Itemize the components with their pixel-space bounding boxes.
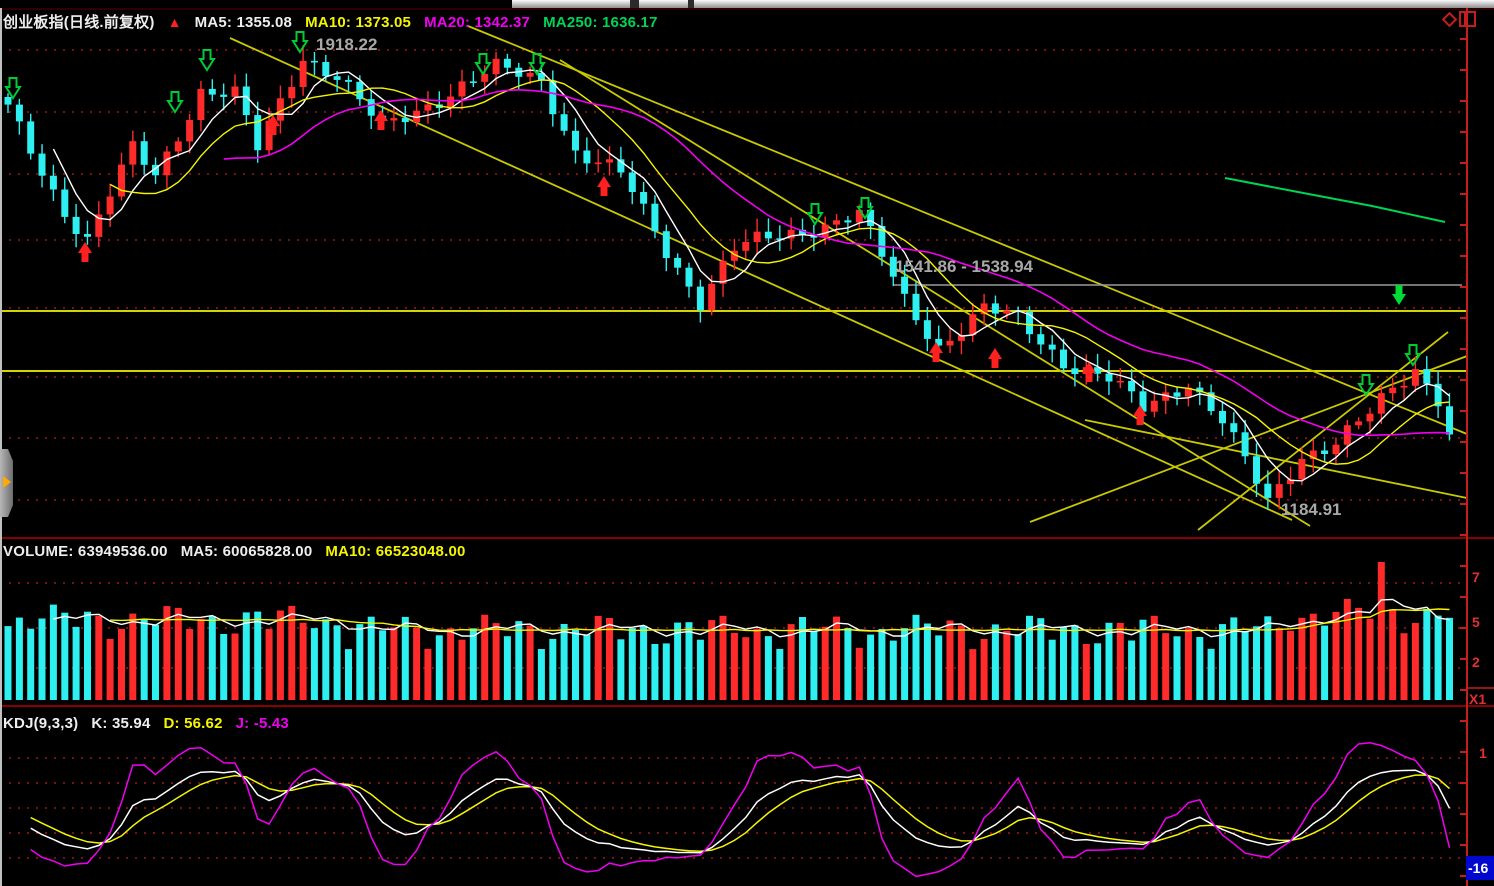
- volume-ma10-value: MA10: 66523048.00: [325, 543, 465, 560]
- titlebar-strip[interactable]: [512, 0, 1494, 8]
- kdj-k-value: K: 35.94: [91, 715, 150, 732]
- volume-header: VOLUME: 63949536.00 MA5: 60065828.00 MA10:…: [3, 543, 479, 560]
- kdj-header: KDJ(9,3,3) K: 35.94 D: 56.62 J: -5.43: [3, 715, 302, 732]
- volume-multiplier-label: X1: [1469, 691, 1486, 707]
- volume-axis-label: 5: [1472, 614, 1480, 630]
- peak-price-label: 1918.22: [316, 35, 377, 55]
- range-price-label: 1541.86 - 1538.94: [895, 257, 1033, 277]
- kdj-current-value-badge: -16: [1466, 856, 1494, 880]
- titlebar-divider: [630, 0, 639, 8]
- expand-arrow-icon: [3, 476, 11, 488]
- chart-canvas[interactable]: [0, 0, 1494, 886]
- window-pane-divider: [1464, 13, 1466, 25]
- up-arrow-icon: ▲: [168, 14, 182, 30]
- volume-value: VOLUME: 63949536.00: [3, 543, 168, 560]
- stock-chart-app: 创业板指(日线.前复权) ▲ MA5: 1355.08 MA10: 1373.05 MA…: [0, 0, 1494, 886]
- volume-ma5-value: MA5: 60065828.00: [181, 543, 313, 560]
- ma250-value: MA250: 1636.17: [543, 14, 658, 31]
- low-price-label: 1184.91: [1281, 500, 1342, 520]
- symbol-title: 创业板指(日线.前复权): [3, 14, 155, 31]
- ma10-value: MA10: 1373.05: [305, 14, 411, 31]
- left-window-edge: [0, 8, 2, 886]
- kdj-axis-label: 1: [1479, 745, 1487, 761]
- volume-axis-label: 2: [1472, 654, 1480, 670]
- ma5-value: MA5: 1355.08: [195, 14, 292, 31]
- ma20-value: MA20: 1342.37: [424, 14, 530, 31]
- sidebar-expand-handle[interactable]: [0, 449, 13, 517]
- kdj-d-value: D: 56.62: [164, 715, 223, 732]
- main-chart-header: 创业板指(日线.前复权) ▲ MA5: 1355.08 MA10: 1373.05 MA…: [3, 11, 671, 32]
- volume-axis-label: 7: [1472, 569, 1480, 585]
- kdj-params: KDJ(9,3,3): [3, 715, 78, 732]
- titlebar-divider: [688, 0, 694, 8]
- kdj-j-value: J: -5.43: [236, 715, 289, 732]
- window-panes-icon[interactable]: [1459, 11, 1476, 27]
